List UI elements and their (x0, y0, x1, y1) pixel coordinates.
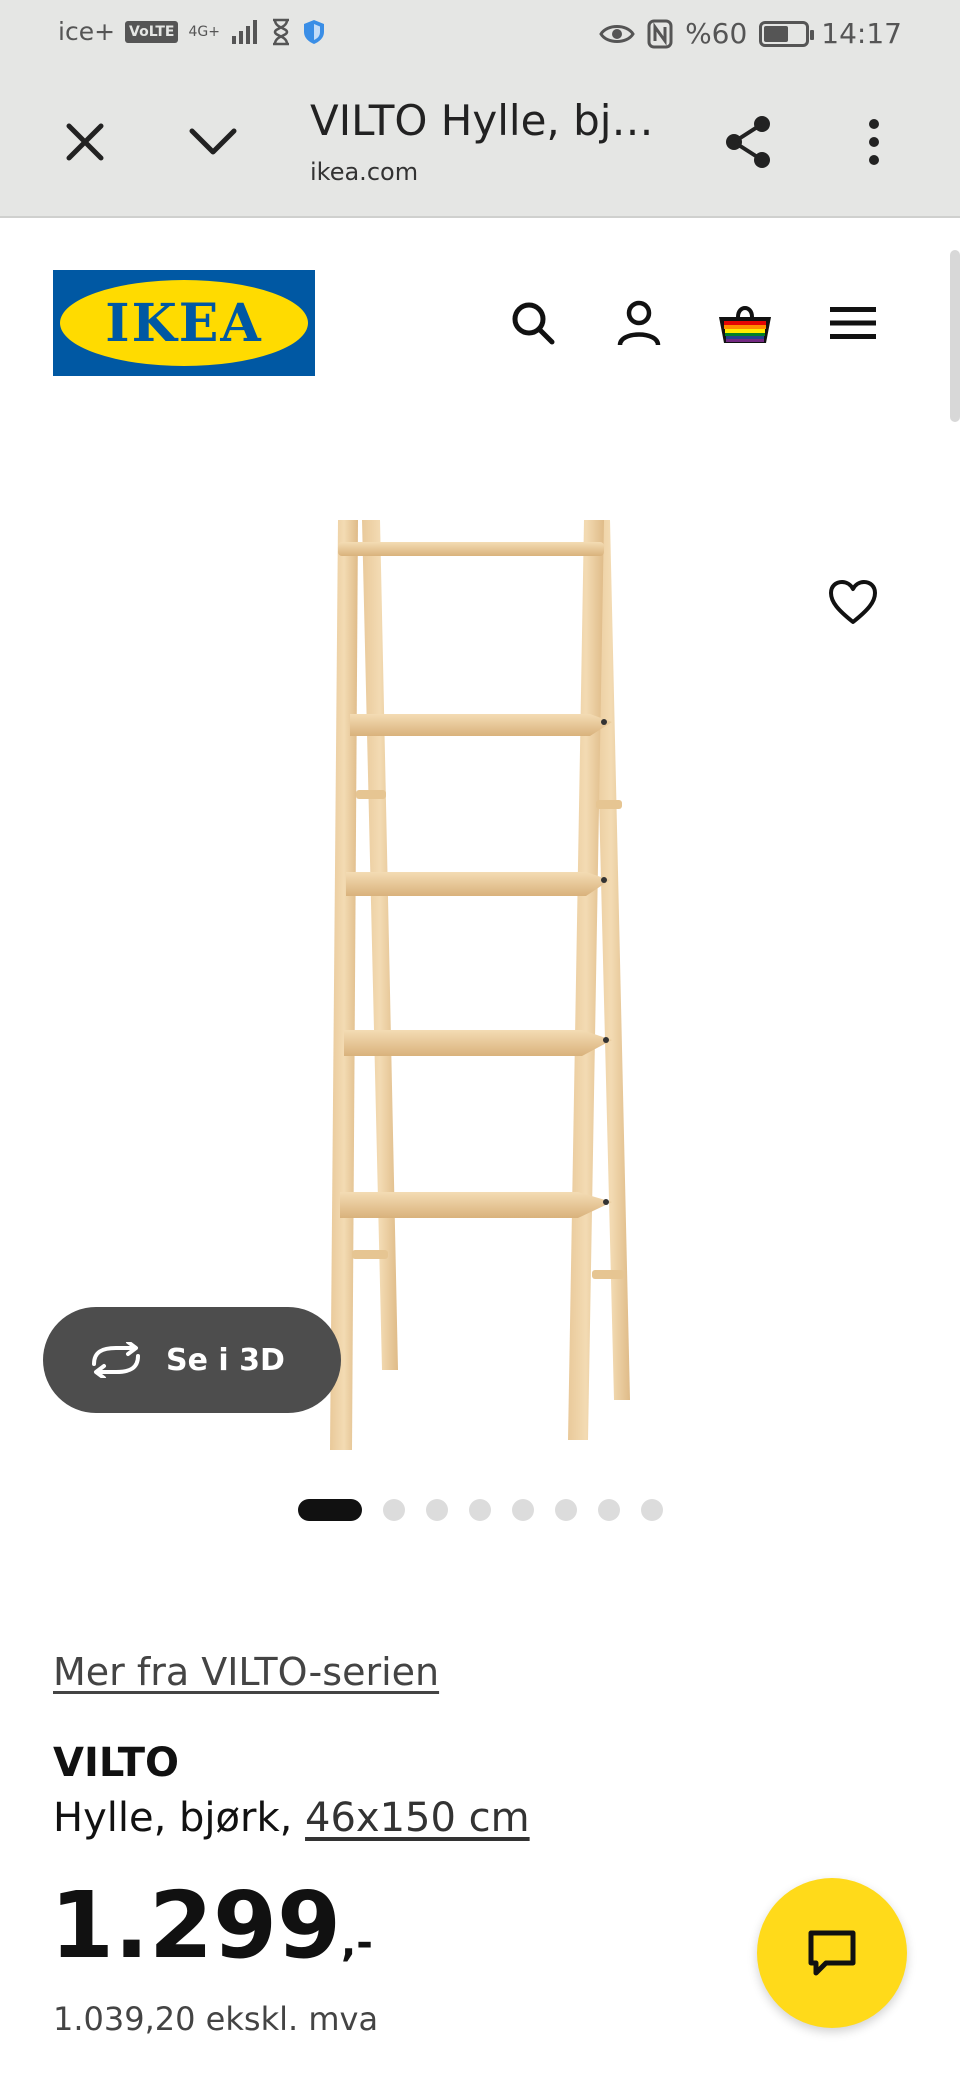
status-bar: ice+ VoLTE 4G+ %60 14:17 (0, 0, 960, 66)
favorite-heart-icon[interactable] (820, 570, 886, 636)
share-icon[interactable] (712, 106, 784, 178)
gallery-dot[interactable] (512, 1499, 534, 1521)
chevron-down-icon[interactable] (177, 106, 249, 178)
product-type: Hylle, bjørk, (53, 1795, 306, 1841)
nfc-icon (647, 19, 673, 48)
logo-text: IKEA (105, 292, 263, 354)
chat-icon (808, 1930, 856, 1976)
price: 1.299 ,- (50, 1880, 373, 1972)
gallery-dot[interactable] (641, 1499, 663, 1521)
page-scrollbar[interactable] (950, 250, 960, 422)
product-name: VILTO (53, 1740, 179, 1786)
carrier-label: ice+ (58, 17, 116, 46)
battery-percent: %60 (685, 17, 748, 50)
network-label: 4G+ (188, 23, 220, 40)
ikea-logo[interactable]: IKEA (53, 270, 315, 376)
price-excl-vat: 1.039,20 ekskl. mva (53, 2000, 379, 2038)
search-icon[interactable] (500, 290, 566, 356)
shopping-bag-icon[interactable] (712, 290, 778, 356)
hourglass-icon (272, 18, 289, 45)
page-domain: ikea.com (310, 158, 419, 186)
chat-button[interactable] (757, 1878, 907, 2028)
profile-icon[interactable] (606, 290, 672, 356)
battery-icon (759, 20, 815, 47)
custom-tab-toolbar: VILTO Hylle, bj… ikea.com (0, 66, 960, 218)
rotate-3d-icon (92, 1342, 140, 1378)
product-dimensions-link[interactable]: 46x150 cm (305, 1795, 530, 1841)
close-icon[interactable] (49, 106, 121, 178)
gallery-dot[interactable] (598, 1499, 620, 1521)
view-in-3d-label: Se i 3D (166, 1342, 285, 1378)
gallery-dot[interactable] (555, 1499, 577, 1521)
eye-icon (599, 24, 635, 43)
price-suffix: ,- (341, 1920, 373, 1966)
product-description: Hylle, bjørk, 46x150 cm (53, 1795, 530, 1841)
logo-oval: IKEA (60, 280, 308, 366)
gallery-dot[interactable] (469, 1499, 491, 1521)
signal-icon (231, 19, 257, 44)
gallery-pagination (298, 1499, 684, 1521)
menu-icon[interactable] (820, 290, 886, 356)
more-vert-icon[interactable] (838, 106, 910, 178)
gallery-dot[interactable] (383, 1499, 405, 1521)
shield-icon (303, 19, 324, 44)
gallery-dot[interactable] (426, 1499, 448, 1521)
volte-badge: VoLTE (125, 20, 179, 43)
series-link[interactable]: Mer fra VILTO-serien (53, 1650, 439, 1694)
status-left: ice+ VoLTE 4G+ (58, 17, 326, 46)
clock: 14:17 (821, 17, 902, 50)
gallery-dot-active[interactable] (298, 1499, 362, 1521)
page-title: VILTO Hylle, bj… (310, 96, 654, 145)
view-in-3d-button[interactable]: Se i 3D (43, 1307, 341, 1413)
status-right: %60 14:17 (599, 17, 902, 50)
price-amount: 1.299 (50, 1872, 342, 1979)
